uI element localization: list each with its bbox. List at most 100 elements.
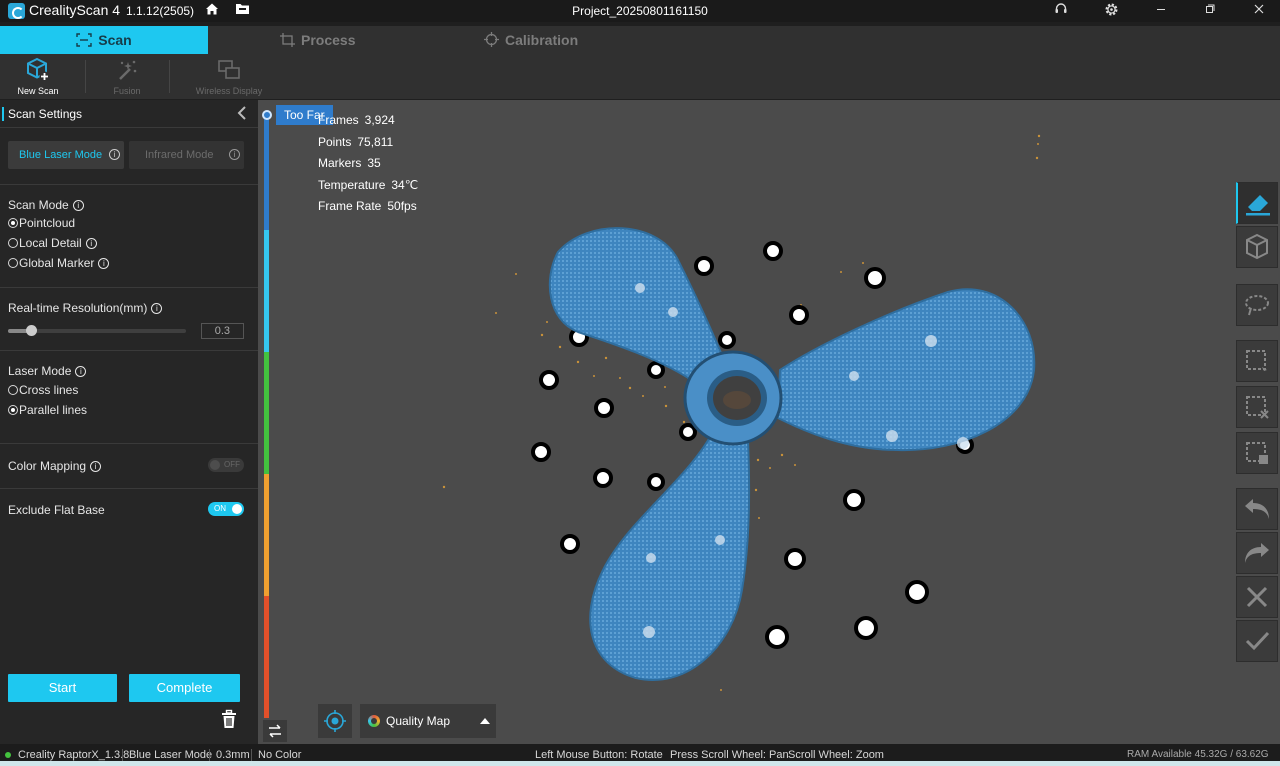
swap-view-button[interactable]: [263, 720, 287, 742]
toggle-knob: [210, 460, 220, 470]
color-mapping-heading: Color Mapping i: [8, 459, 102, 473]
scan-settings-title: Scan Settings: [8, 107, 83, 121]
rect-select-button[interactable]: [1236, 340, 1278, 382]
wireless-display-button[interactable]: Wireless Display: [192, 54, 266, 99]
distance-zone-far: [264, 230, 269, 352]
title-accent-bar: [2, 107, 4, 121]
stat-value: 75,811: [357, 134, 394, 149]
radio-global-marker[interactable]: Global Marker i: [8, 256, 110, 270]
distance-zone-optimal: [264, 352, 269, 474]
ram-available: RAM Available 45.32G / 63.62G: [1127, 749, 1269, 760]
stat-label: Markers: [318, 156, 362, 170]
select-region-icon: [1246, 350, 1267, 371]
resolution-slider-handle[interactable]: [26, 325, 38, 336]
toolbar-divider: [169, 60, 170, 93]
exclude-flat-base-toggle[interactable]: ON: [208, 502, 244, 516]
minimize-icon[interactable]: [1152, 2, 1170, 20]
recenter-view-button[interactable]: [318, 704, 352, 738]
wireless-display-icon: [218, 60, 240, 79]
info-icon[interactable]: i: [229, 149, 240, 160]
tab-process-label: Process: [301, 32, 356, 48]
tab-calibration-label: Calibration: [505, 32, 579, 48]
cancel-x-icon: [1246, 586, 1268, 608]
delete-selection-button[interactable]: [1236, 432, 1278, 474]
trash-icon[interactable]: [220, 709, 238, 732]
resolution-value-field[interactable]: 0.3: [201, 323, 244, 339]
model-view-button[interactable]: [1236, 226, 1278, 268]
home-icon[interactable]: [203, 2, 221, 20]
complete-button[interactable]: Complete: [129, 674, 240, 702]
fusion-label: Fusion: [113, 86, 141, 96]
stat-frame-rate: Frame Rate 50fps: [318, 196, 418, 218]
info-icon[interactable]: i: [98, 258, 110, 269]
quality-map-dropdown[interactable]: Quality Map: [360, 704, 496, 738]
info-icon[interactable]: i: [109, 149, 120, 160]
deselect-icon: [1246, 396, 1269, 419]
color-mapping-state: OFF: [224, 460, 240, 469]
divider: [0, 127, 258, 128]
tab-process[interactable]: Process: [280, 26, 355, 54]
info-icon[interactable]: i: [151, 303, 163, 314]
status-divider: [209, 749, 210, 761]
start-button[interactable]: Start: [8, 674, 117, 702]
collapse-panel-chevron-icon[interactable]: [236, 106, 248, 123]
color-mapping-label: Color Mapping: [8, 459, 87, 473]
folder-icon[interactable]: [233, 2, 251, 20]
status-divider: [122, 749, 123, 761]
laser-mode-label: Laser Mode: [8, 364, 72, 378]
tab-calibration[interactable]: Calibration: [484, 26, 578, 54]
radio-unselected-icon: [8, 258, 18, 268]
exclude-flat-base-label: Exclude Flat Base: [8, 503, 105, 517]
status-divider: [251, 749, 252, 761]
fusion-button[interactable]: Fusion: [104, 54, 150, 99]
redo-button[interactable]: [1236, 532, 1278, 574]
new-scan-button[interactable]: New Scan: [14, 54, 62, 99]
divider: [0, 488, 258, 489]
stat-value: 3,924: [364, 113, 395, 127]
status-laser-mode: Blue Laser Mode: [129, 749, 213, 761]
scan-viewport[interactable]: Too Far Frames 3,924 Points 75,811 Markers…: [258, 100, 1280, 744]
radio-pointcloud-label: Pointcloud: [19, 216, 76, 230]
laser-mode-heading: Laser Mode i: [8, 364, 87, 378]
support-headset-icon[interactable]: [1052, 2, 1070, 20]
quality-map-color-icon: [368, 715, 380, 727]
undo-arrow-icon: [1245, 499, 1269, 519]
tab-scan[interactable]: Scan: [0, 26, 208, 54]
radio-selected-icon: [8, 218, 18, 228]
cube-icon: [1246, 233, 1268, 260]
maximize-icon[interactable]: [1201, 2, 1219, 20]
stat-label: Frame Rate: [318, 199, 382, 213]
target-crosshair-icon: [324, 710, 346, 732]
confirm-edit-button[interactable]: [1236, 620, 1278, 662]
radio-parallel-lines[interactable]: Parallel lines: [8, 403, 87, 417]
radio-pointcloud[interactable]: Pointcloud: [8, 216, 75, 230]
divider: [0, 350, 258, 351]
quality-map-label: Quality Map: [386, 714, 451, 728]
radio-local-detail[interactable]: Local Detail i: [8, 236, 97, 250]
eraser-tool-button[interactable]: [1236, 182, 1278, 224]
close-icon[interactable]: [1250, 2, 1268, 20]
lasso-select-button[interactable]: [1236, 284, 1278, 326]
toggle-knob: [232, 504, 242, 514]
deselect-button[interactable]: [1236, 386, 1278, 428]
info-icon[interactable]: i: [72, 200, 84, 211]
resolution-slider-track[interactable]: [8, 325, 186, 336]
settings-gear-icon[interactable]: [1102, 2, 1120, 20]
radio-global-marker-label: Global Marker: [19, 256, 95, 270]
color-mapping-toggle[interactable]: OFF: [208, 458, 244, 472]
infrared-mode-button[interactable]: Infrared Mode i: [129, 141, 244, 169]
delete-selection-icon: [1246, 442, 1268, 464]
undo-button[interactable]: [1236, 488, 1278, 530]
radio-cross-lines[interactable]: Cross lines: [8, 383, 78, 397]
distance-zone-too-near: [264, 596, 269, 718]
radio-parallel-lines-label: Parallel lines: [19, 403, 88, 417]
blue-laser-mode-button[interactable]: Blue Laser Mode i: [8, 141, 124, 169]
cancel-edit-button[interactable]: [1236, 576, 1278, 618]
distance-zone-too-far: [264, 116, 269, 230]
scan-mode-label: Scan Mode: [8, 198, 69, 212]
info-icon[interactable]: i: [90, 461, 102, 472]
divider: [0, 443, 258, 444]
info-icon[interactable]: i: [85, 238, 97, 249]
info-icon[interactable]: i: [75, 366, 87, 377]
fusion-wand-icon: [119, 60, 137, 80]
